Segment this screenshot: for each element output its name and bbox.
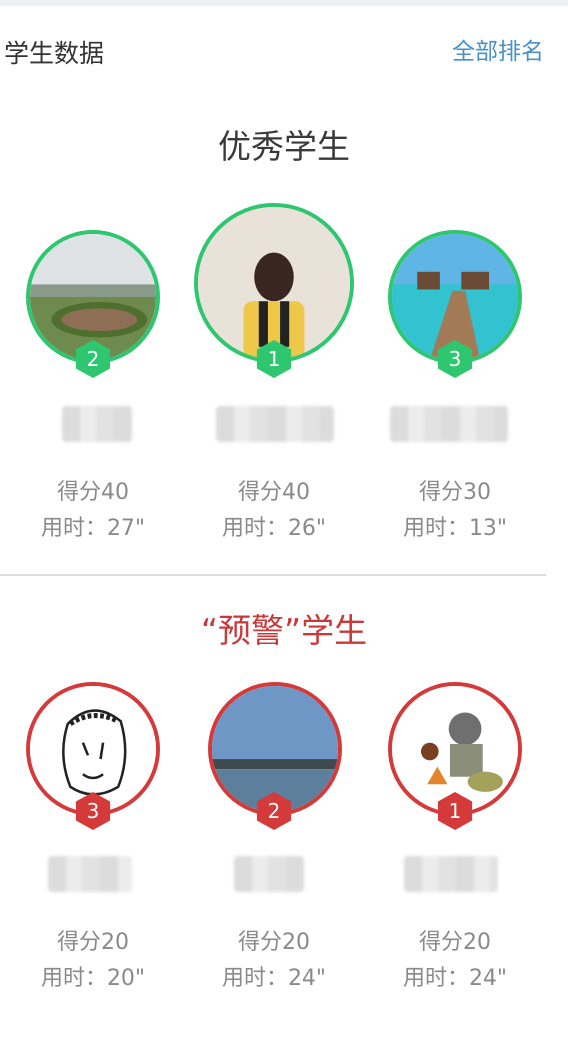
time: 用时：26" — [221, 516, 327, 541]
time: 用时：27" — [40, 516, 146, 541]
score: 得分40 — [57, 480, 129, 505]
top-bar — [0, 0, 568, 6]
warning-section-title: “预警”学生 — [200, 611, 368, 650]
section-divider — [0, 574, 546, 576]
score: 得分20 — [57, 930, 129, 955]
score: 得分30 — [419, 480, 491, 505]
score: 得分20 — [419, 930, 491, 955]
score: 得分20 — [238, 930, 310, 955]
page-title: 学生数据 — [4, 39, 105, 68]
student-name-blurred — [216, 406, 334, 442]
avatar[interactable] — [194, 203, 354, 363]
header: 学生数据 全部排名 — [0, 22, 568, 72]
time: 用时：24" — [402, 966, 508, 991]
time: 用时：13" — [402, 516, 508, 541]
time: 用时：20" — [40, 966, 146, 991]
student-name-blurred — [404, 856, 498, 892]
student-name-blurred — [234, 856, 304, 892]
student-name-blurred — [62, 406, 132, 442]
excellent-section-title: 优秀学生 — [218, 127, 350, 166]
student-name-blurred — [390, 406, 508, 442]
student-name-blurred — [48, 856, 132, 892]
all-rank-link[interactable]: 全部排名 — [452, 32, 544, 66]
score: 得分40 — [238, 480, 310, 505]
time: 用时：24" — [221, 966, 327, 991]
